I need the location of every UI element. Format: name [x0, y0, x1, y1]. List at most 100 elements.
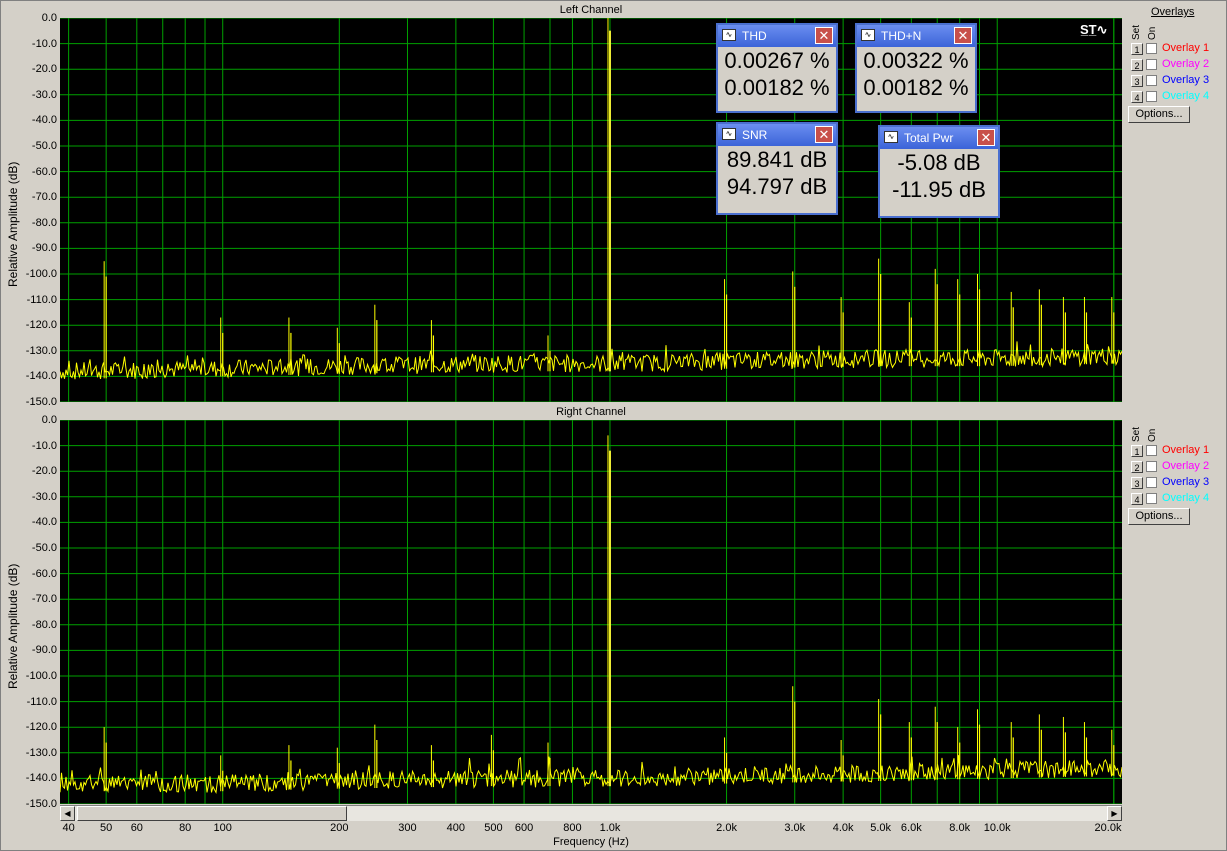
- thd-title: THD: [742, 29, 767, 43]
- x-tick-label: 20.0k: [1094, 822, 1122, 834]
- y-tick-label: -110.0: [26, 695, 57, 708]
- total-power-meter[interactable]: ∿ Total Pwr ✕ -5.08 dB -11.95 dB: [878, 125, 1000, 218]
- thd-value-2: 0.00182 %: [724, 75, 830, 100]
- thdn-value-1: 0.00322 %: [863, 48, 969, 73]
- thdn-value-2: 0.00182 %: [863, 75, 969, 100]
- x-tick-label: 8.0k: [949, 822, 971, 834]
- y-tick-label: -40.0: [31, 516, 57, 529]
- overlays-title: Overlays: [1151, 6, 1195, 18]
- y-tick-label: -50.0: [31, 140, 57, 152]
- overlay-set-button[interactable]: 2: [1131, 59, 1143, 71]
- options-button[interactable]: Options...: [1128, 508, 1190, 525]
- overlay-set-button[interactable]: 2: [1131, 461, 1143, 473]
- overlay-set-button[interactable]: 3: [1131, 477, 1143, 489]
- x-tick-label: 5.0k: [870, 822, 892, 834]
- overlay-set-button[interactable]: 1: [1131, 445, 1143, 457]
- total-power-value-1: -5.08 dB: [897, 150, 981, 175]
- spectrum-svg: [60, 420, 1122, 804]
- overlay-on-checkbox[interactable]: [1146, 461, 1157, 472]
- waveform-icon: ∿: [722, 128, 736, 140]
- frequency-scrollbar[interactable]: ◀ ▶: [60, 805, 1122, 821]
- y-tick-label: -30.0: [31, 88, 57, 101]
- overlay-on-checkbox[interactable]: [1146, 59, 1157, 70]
- x-tick-label: 300: [398, 822, 417, 834]
- overlay-label: Overlay 4: [1162, 90, 1210, 102]
- x-axis-title: Frequency (Hz): [553, 836, 629, 848]
- y-tick-label: -20.0: [31, 63, 57, 76]
- y-tick-label: -150.0: [25, 798, 57, 810]
- signal-tools-icon[interactable]: S̲T̲∿: [1080, 22, 1108, 38]
- x-tick-label: 600: [514, 822, 534, 834]
- right-channel-title: Right Channel: [556, 406, 626, 418]
- total-power-value-2: -11.95 dB: [892, 177, 986, 202]
- y-tick-label: -120.0: [25, 721, 57, 734]
- x-tick-label: 1.0k: [599, 822, 621, 834]
- snr-value-2: 94.797 dB: [726, 174, 828, 199]
- x-tick-label: 6.0k: [900, 822, 922, 834]
- y-tick-label: -20.0: [31, 465, 57, 478]
- x-tick-label: 60: [130, 822, 143, 834]
- overlay-label: Overlay 2: [1162, 460, 1210, 472]
- y-tick-label: -140.0: [25, 370, 57, 383]
- snr-title: SNR: [742, 128, 768, 142]
- overlay-on-checkbox[interactable]: [1146, 445, 1157, 456]
- close-icon[interactable]: ✕: [954, 27, 972, 44]
- waveform-icon: ∿: [861, 29, 875, 41]
- set-header: Set: [1131, 426, 1142, 442]
- x-tick-label: 10.0k: [983, 822, 1011, 834]
- y-tick-label: 0.0: [41, 414, 57, 426]
- y-tick-label: -150.0: [25, 396, 57, 408]
- overlay-on-checkbox[interactable]: [1146, 91, 1157, 102]
- overlay-label: Overlay 2: [1162, 58, 1210, 70]
- overlay-set-button[interactable]: 4: [1131, 493, 1143, 505]
- overlay-on-checkbox[interactable]: [1146, 43, 1157, 54]
- thd-meter[interactable]: ∿ THD ✕ 0.00267 % 0.00182 %: [716, 23, 838, 113]
- overlay-label: Overlay 1: [1162, 444, 1210, 456]
- x-tick-label: 40: [62, 822, 75, 834]
- on-header: On: [1147, 26, 1158, 40]
- x-tick-label: 500: [484, 822, 503, 834]
- thdn-meter[interactable]: ∿ THD+N ✕ 0.00322 % 0.00182 %: [855, 23, 977, 113]
- thdn-title: THD+N: [881, 29, 922, 43]
- overlay-on-checkbox[interactable]: [1146, 493, 1157, 504]
- y-tick-label: -130.0: [25, 344, 57, 357]
- waveform-icon: ∿: [884, 131, 898, 143]
- x-tick-label: 80: [179, 822, 192, 834]
- y-tick-label: -130.0: [25, 746, 57, 759]
- scroll-left-button[interactable]: ◀: [60, 806, 75, 821]
- snr-value-1: 89.841 dB: [726, 147, 828, 172]
- total-power-title: Total Pwr: [904, 131, 954, 145]
- close-icon[interactable]: ✕: [815, 126, 833, 143]
- snr-meter[interactable]: ∿ SNR ✕ 89.841 dB 94.797 dB: [716, 122, 838, 215]
- overlay-on-checkbox[interactable]: [1146, 75, 1157, 86]
- x-tick-label: 400: [446, 822, 466, 834]
- overlay-panel-left: Set On 1 Overlay 1 2 Overlay 2 3 Overlay 3 4 Ov…: [1127, 18, 1227, 128]
- overlay-panel-right: Set On 1 Overlay 1 2 Overlay 2 3 Overlay 3 4 Ov…: [1127, 420, 1227, 530]
- options-button[interactable]: Options...: [1128, 106, 1190, 123]
- y-tick-label: -10.0: [31, 37, 57, 50]
- close-icon[interactable]: ✕: [977, 129, 995, 146]
- x-tick-label: 800: [563, 822, 582, 834]
- overlay-set-button[interactable]: 4: [1131, 91, 1143, 103]
- y-tick-label: -140.0: [25, 772, 57, 785]
- overlay-label: Overlay 3: [1162, 74, 1210, 86]
- left-channel-title: Left Channel: [559, 4, 623, 16]
- overlay-label: Overlay 4: [1162, 492, 1210, 504]
- left-y-axis-title: Relative Amplitude (dB): [6, 161, 20, 287]
- x-tick-label: 100: [213, 822, 232, 834]
- set-header: Set: [1131, 24, 1142, 40]
- overlay-label: Overlay 3: [1162, 476, 1210, 488]
- noise-floor-trace: [60, 755, 1122, 794]
- scroll-right-button[interactable]: ▶: [1107, 806, 1122, 821]
- y-tick-label: -120.0: [25, 319, 57, 332]
- close-icon[interactable]: ✕: [815, 27, 833, 44]
- overlay-on-checkbox[interactable]: [1146, 477, 1157, 488]
- overlay-set-button[interactable]: 3: [1131, 75, 1143, 87]
- y-tick-label: -30.0: [31, 490, 57, 503]
- y-tick-label: 0.0: [41, 12, 57, 24]
- scroll-thumb[interactable]: [77, 806, 347, 821]
- x-tick-label: 4.0k: [832, 822, 854, 834]
- right-channel-plot[interactable]: [60, 420, 1122, 804]
- waveform-icon: ∿: [722, 29, 736, 41]
- overlay-set-button[interactable]: 1: [1131, 43, 1143, 55]
